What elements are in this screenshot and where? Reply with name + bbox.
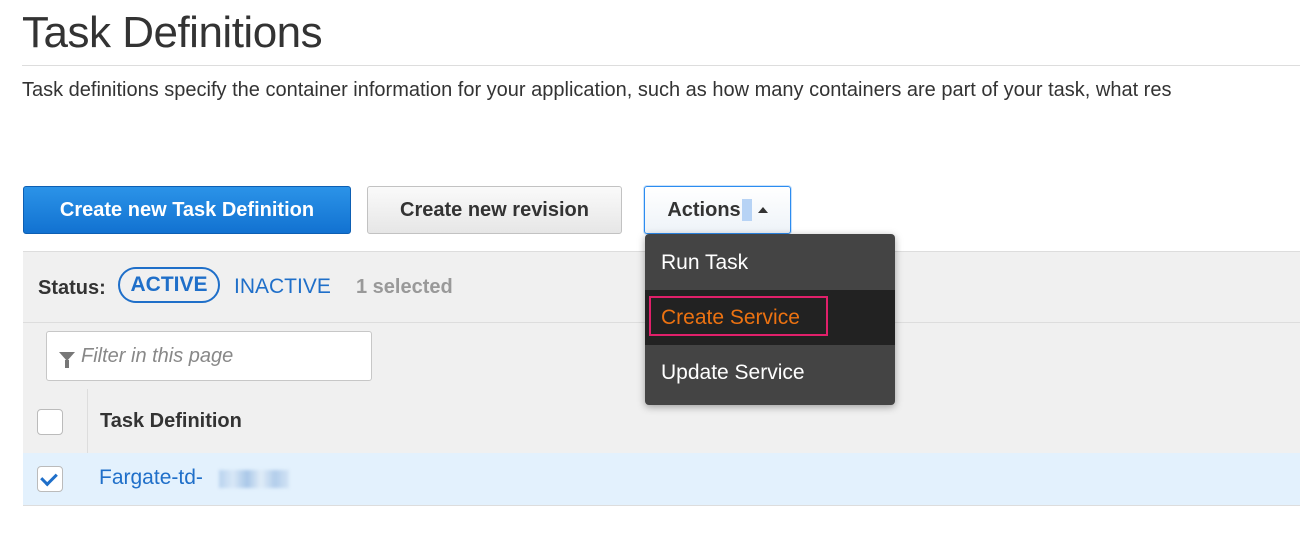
actions-button[interactable]: Actions (644, 186, 791, 234)
redacted-text (219, 470, 289, 488)
page-title: Task Definitions (22, 8, 323, 57)
actions-label: Actions (667, 198, 741, 221)
status-label: Status: (38, 277, 106, 299)
row-checkbox[interactable] (37, 466, 63, 492)
filter-icon (59, 351, 75, 368)
table-row[interactable]: Fargate-td- (23, 453, 1300, 506)
filter-input[interactable] (79, 343, 363, 369)
select-all-checkbox[interactable] (37, 409, 63, 435)
caret-up-icon (757, 207, 768, 213)
menu-item-create-service-label: Create Service (661, 305, 800, 329)
text-cursor-selection (741, 199, 752, 221)
menu-item-run-task[interactable]: Run Task (645, 235, 895, 290)
menu-item-create-service[interactable]: Create Service (645, 290, 895, 345)
selected-count: 1 selected (356, 276, 453, 298)
create-new-task-definition-button[interactable]: Create new Task Definition (23, 186, 351, 234)
column-divider (87, 389, 88, 453)
status-active-toggle[interactable]: ACTIVE (118, 267, 220, 303)
actions-dropdown-menu: Run Task Create Service Update Service (645, 234, 895, 405)
create-new-revision-button[interactable]: Create new revision (367, 186, 622, 234)
task-definition-link[interactable]: Fargate-td- (99, 466, 203, 490)
checkmark-icon (40, 468, 58, 487)
column-header-task-definition[interactable]: Task Definition (100, 410, 242, 433)
title-divider (22, 65, 1300, 66)
filter-box[interactable] (46, 331, 372, 381)
menu-item-update-service[interactable]: Update Service (645, 345, 895, 400)
status-inactive-link[interactable]: INACTIVE (234, 275, 331, 299)
page-description: Task definitions specify the container i… (22, 79, 1172, 101)
